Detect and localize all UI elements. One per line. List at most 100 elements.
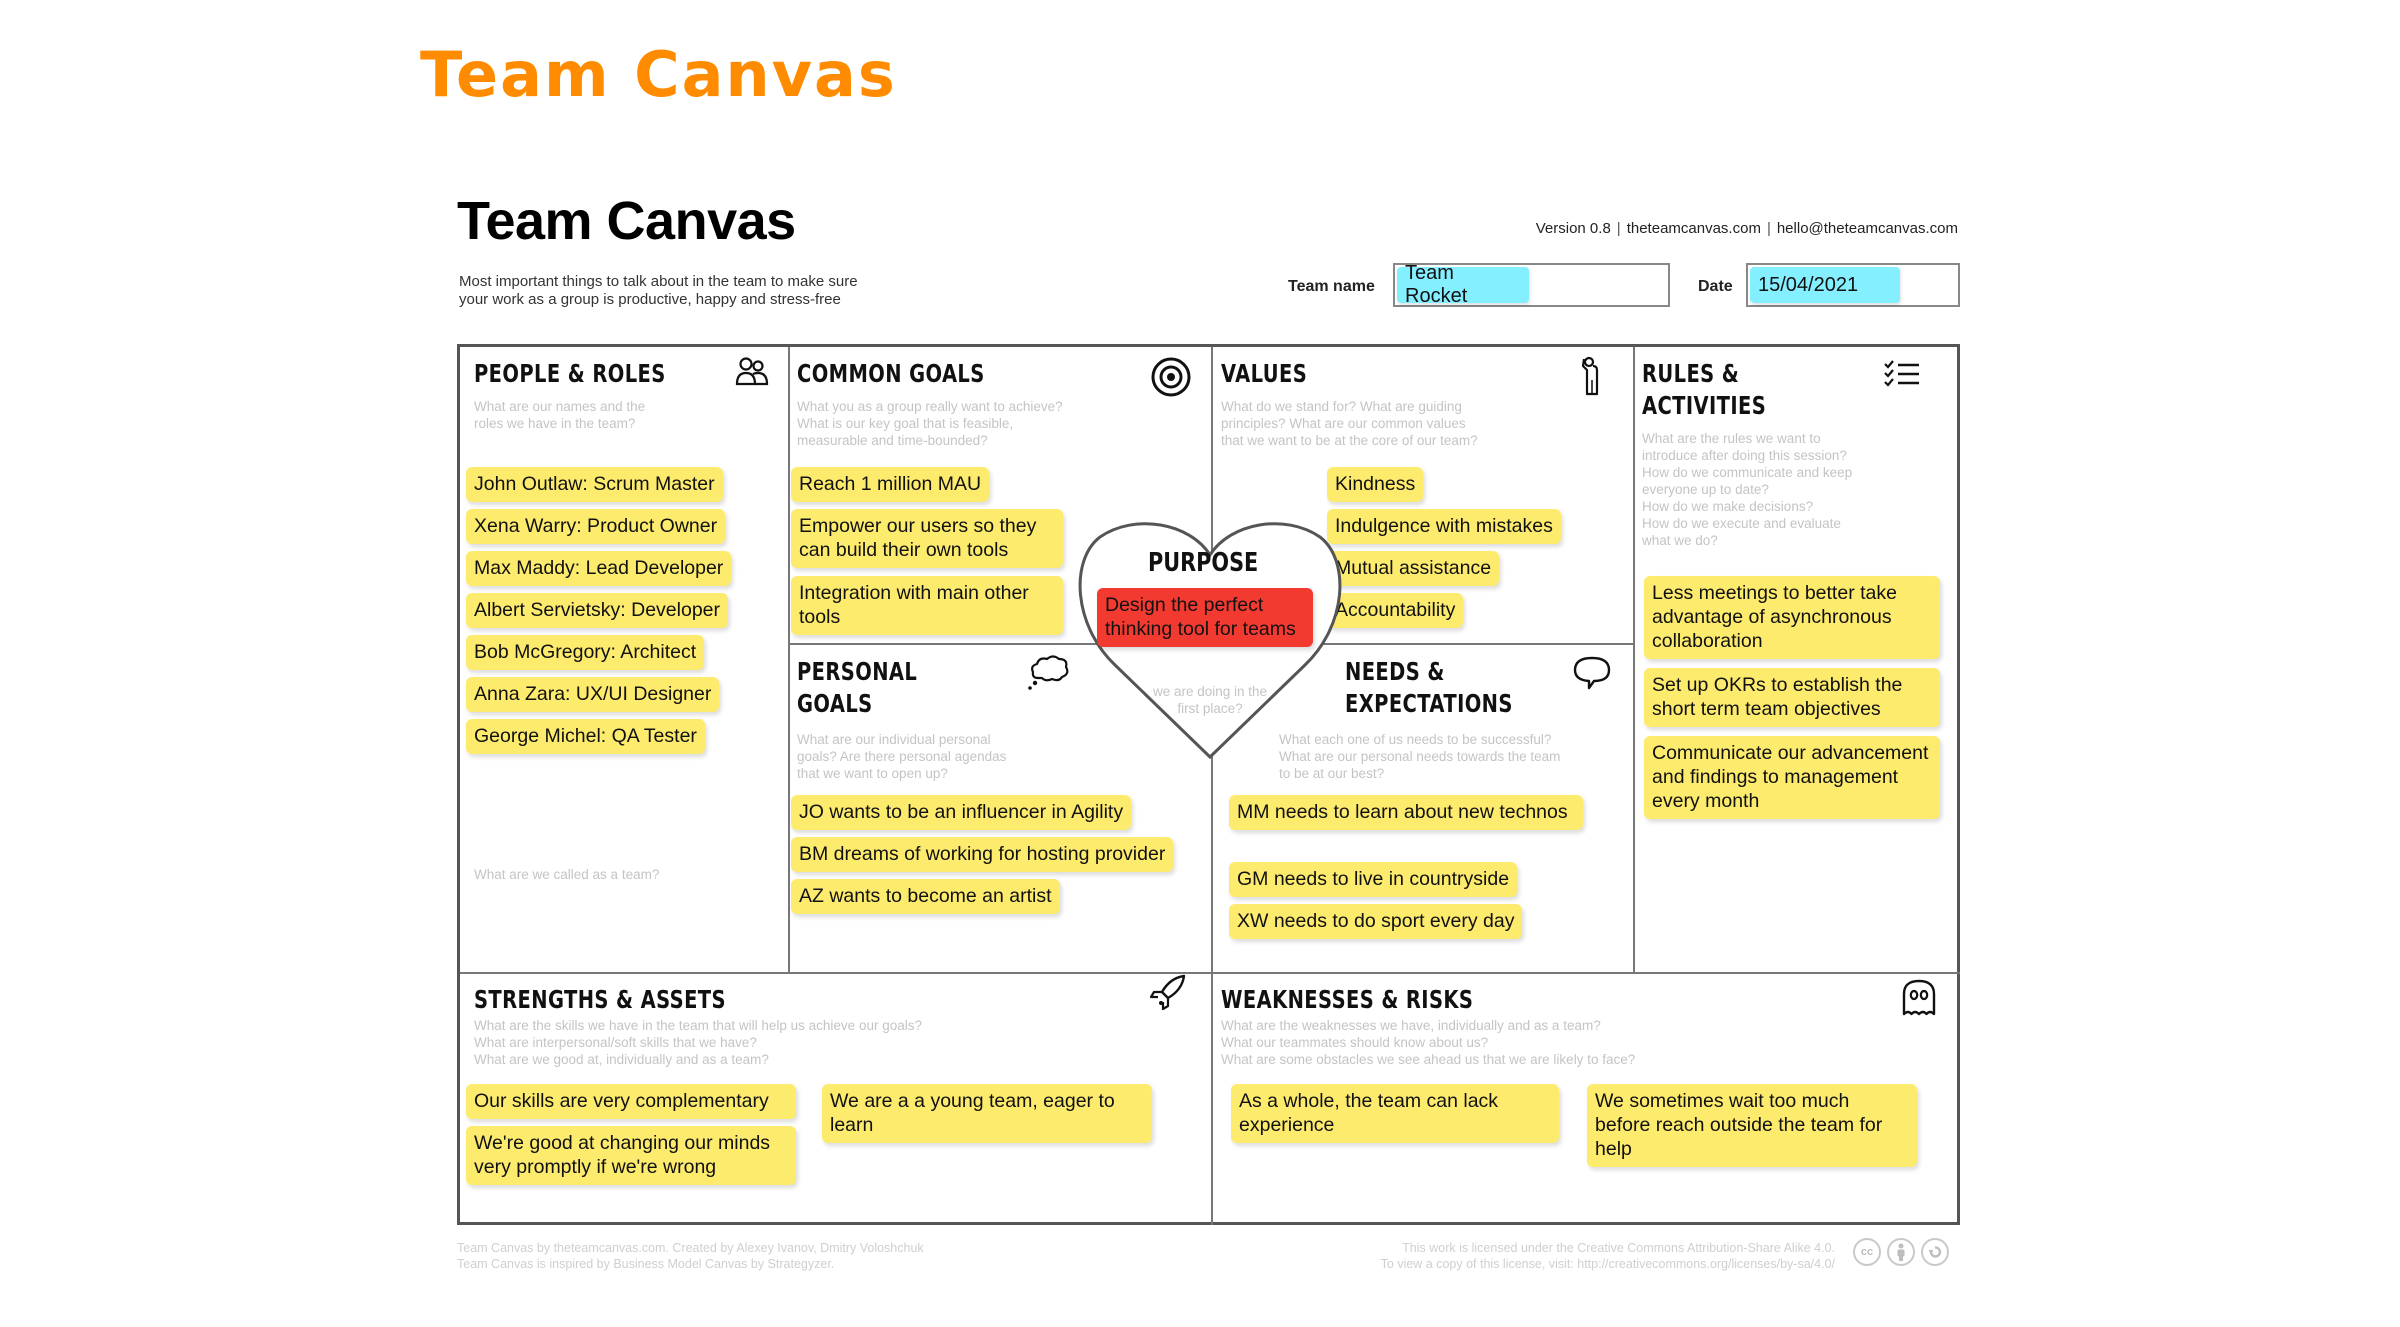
divider: [1211, 347, 1213, 1225]
thought-bubble-icon: [1028, 655, 1069, 690]
prompt-line: What our teammates should know about us?: [1221, 1035, 1489, 1050]
values-title: VALUES: [1221, 359, 1308, 388]
prompt-line: introduce after doing this session?: [1642, 448, 1847, 463]
email-link[interactable]: hello@theteamcanvas.com: [1777, 220, 1958, 237]
version-label: Version 0.8: [1535, 220, 1611, 237]
prompt-line: What you as a group really want to achie…: [797, 399, 1063, 414]
subtitle-line: your work as a group is productive, happ…: [459, 291, 841, 308]
website-link[interactable]: theteamcanvas.com: [1627, 220, 1761, 237]
prompt-line: How do we make decisions?: [1642, 499, 1814, 514]
common-goals-title: COMMON GOALS: [797, 359, 985, 388]
sticky-note[interactable]: Integration with main other tools: [791, 576, 1063, 635]
sticky-note[interactable]: AZ wants to become an artist: [791, 879, 1060, 914]
values-prompt: What do we stand for? What are guiding p…: [1221, 398, 1478, 449]
prompt-line: What is our key goal that is feasible,: [797, 416, 1014, 431]
sticky-note[interactable]: Empower our users so they can build thei…: [791, 509, 1063, 568]
attribution-icon: [1887, 1238, 1915, 1266]
divider: [1633, 347, 1635, 972]
sticky-note[interactable]: Communicate our advancement and findings…: [1644, 736, 1940, 819]
prompt-line: what we do?: [1642, 533, 1718, 548]
sticky-note[interactable]: We sometimes wait too much before reach …: [1587, 1084, 1917, 1167]
purpose-sticky-note[interactable]: Design the perfect thinking tool for tea…: [1097, 588, 1313, 647]
sticky-note[interactable]: Max Maddy: Lead Developer: [466, 551, 732, 586]
personal-goals-prompt: What are our individual personal goals? …: [797, 731, 1006, 782]
share-alike-glyph: [1928, 1246, 1942, 1258]
footer-credits: Team Canvas by theteamcanvas.com. Create…: [457, 1240, 924, 1272]
sticky-note[interactable]: John Outlaw: Scrum Master: [466, 467, 723, 502]
sticky-note[interactable]: As a whole, the team can lack experience: [1231, 1084, 1559, 1143]
rocket-icon: [1149, 974, 1186, 1011]
prompt-line: What are our names and the: [474, 399, 646, 414]
sticky-note[interactable]: We're good at changing our minds very pr…: [466, 1126, 796, 1185]
license-icons: cc: [1853, 1238, 1949, 1266]
ghost-icon: [1902, 979, 1936, 1016]
sticky-note[interactable]: Accountability: [1327, 593, 1464, 628]
people-icon: [735, 357, 769, 386]
sticky-note[interactable]: GM needs to live in countryside: [1229, 862, 1518, 897]
sticky-note[interactable]: Bob McGregory: Architect: [466, 635, 705, 670]
people-roles-prompt: What are our names and the roles we have…: [474, 398, 645, 432]
prompt-line: that we want to open up?: [797, 766, 948, 781]
sticky-note[interactable]: Reach 1 million MAU: [791, 467, 990, 502]
rules-activities-title: RULES & ACTIVITIES: [1642, 358, 1766, 422]
title-line: EXPECTATIONS: [1345, 689, 1513, 718]
rules-activities-prompt: What are the rules we want to introduce …: [1642, 430, 1852, 549]
sticky-note[interactable]: BM dreams of working for hosting provide…: [791, 837, 1174, 872]
footer-line: This work is licensed under the Creative…: [1402, 1241, 1835, 1255]
sticky-note[interactable]: George Michel: QA Tester: [466, 719, 705, 754]
sticky-note[interactable]: MM needs to learn about new technos: [1229, 795, 1583, 830]
title-line: ACTIVITIES: [1642, 391, 1767, 420]
checklist-icon: [1884, 360, 1919, 387]
sticky-note[interactable]: Set up OKRs to establish the short term …: [1644, 668, 1940, 727]
target-icon: [1151, 357, 1191, 397]
sticky-note[interactable]: XW needs to do sport every day: [1229, 904, 1523, 939]
share-alike-icon: [1921, 1238, 1949, 1266]
purpose-prompt: we are doing in the first place?: [1130, 683, 1290, 717]
date-label: Date: [1698, 278, 1733, 295]
strengths-assets-prompt: What are the skills we have in the team …: [474, 1017, 922, 1068]
canvas-title: Team Canvas: [457, 191, 796, 251]
team-name-value[interactable]: Team Rocket: [1397, 262, 1529, 307]
person-glyph: [1897, 1243, 1905, 1261]
common-goals-prompt: What you as a group really want to achie…: [797, 398, 1063, 449]
sticky-note[interactable]: Less meetings to better take advantage o…: [1644, 576, 1940, 659]
canvas-subtitle: Most important things to talk about in t…: [459, 273, 939, 309]
prompt-line: What are some obstacles we see ahead us …: [1221, 1052, 1636, 1067]
title-line: NEEDS &: [1345, 657, 1445, 686]
prompt-line: What are our individual personal: [797, 732, 991, 747]
sticky-note[interactable]: Xena Warry: Product Owner: [466, 509, 726, 544]
date-field[interactable]: 15/04/2021: [1746, 263, 1960, 307]
subtitle-line: Most important things to talk about in t…: [459, 273, 858, 290]
prompt-line: What are the rules we want to: [1642, 431, 1821, 446]
sticky-note[interactable]: Our skills are very complementary: [466, 1084, 796, 1119]
team-name-prompt: What are we called as a team?: [474, 867, 660, 882]
weaknesses-risks-prompt: What are the weaknesses we have, individ…: [1221, 1017, 1635, 1068]
team-name-field[interactable]: Team Rocket: [1393, 262, 1670, 307]
personal-goals-title: PERSONAL GOALS: [797, 656, 917, 720]
sticky-note[interactable]: Anna Zara: UX/UI Designer: [466, 677, 720, 712]
divider: [788, 347, 790, 972]
footer-license: This work is licensed under the Creative…: [1381, 1240, 1835, 1272]
strengths-assets-title: STRENGTHS & ASSETS: [474, 985, 726, 1014]
footer-line: Team Canvas is inspired by Business Mode…: [457, 1257, 835, 1271]
sticky-note[interactable]: Kindness: [1327, 467, 1424, 502]
footer-line: Team Canvas by theteamcanvas.com. Create…: [457, 1241, 924, 1255]
sticky-note[interactable]: Albert Servietsky: Developer: [466, 593, 729, 628]
prompt-line: What are interpersonal/soft skills that …: [474, 1035, 757, 1050]
prompt-line: What are the skills we have in the team …: [474, 1018, 922, 1033]
sticky-note[interactable]: Mutual assistance: [1327, 551, 1500, 586]
purpose-title: PURPOSE: [1148, 548, 1259, 578]
sticky-note[interactable]: Indulgence with mistakes: [1327, 509, 1561, 544]
footer-line[interactable]: To view a copy of this license, visit: h…: [1381, 1256, 1835, 1272]
date-value[interactable]: 15/04/2021: [1750, 267, 1900, 303]
cc-label: cc: [1860, 1246, 1874, 1258]
sticky-note[interactable]: JO wants to be an influencer in Agility: [791, 795, 1132, 830]
sticky-note[interactable]: We are a a young team, eager to learn: [822, 1084, 1152, 1143]
standing-person-icon: [1581, 356, 1599, 396]
prompt-line: to be at our best?: [1279, 766, 1385, 781]
prompt-line: What are the weaknesses we have, individ…: [1221, 1018, 1601, 1033]
prompt-line: that we want to be at the core of our te…: [1221, 433, 1478, 448]
prompt-line: How do we communicate and keep: [1642, 465, 1853, 480]
team-name-label: Team name: [1288, 278, 1375, 295]
prompt-line: goals? Are there personal agendas: [797, 749, 1007, 764]
